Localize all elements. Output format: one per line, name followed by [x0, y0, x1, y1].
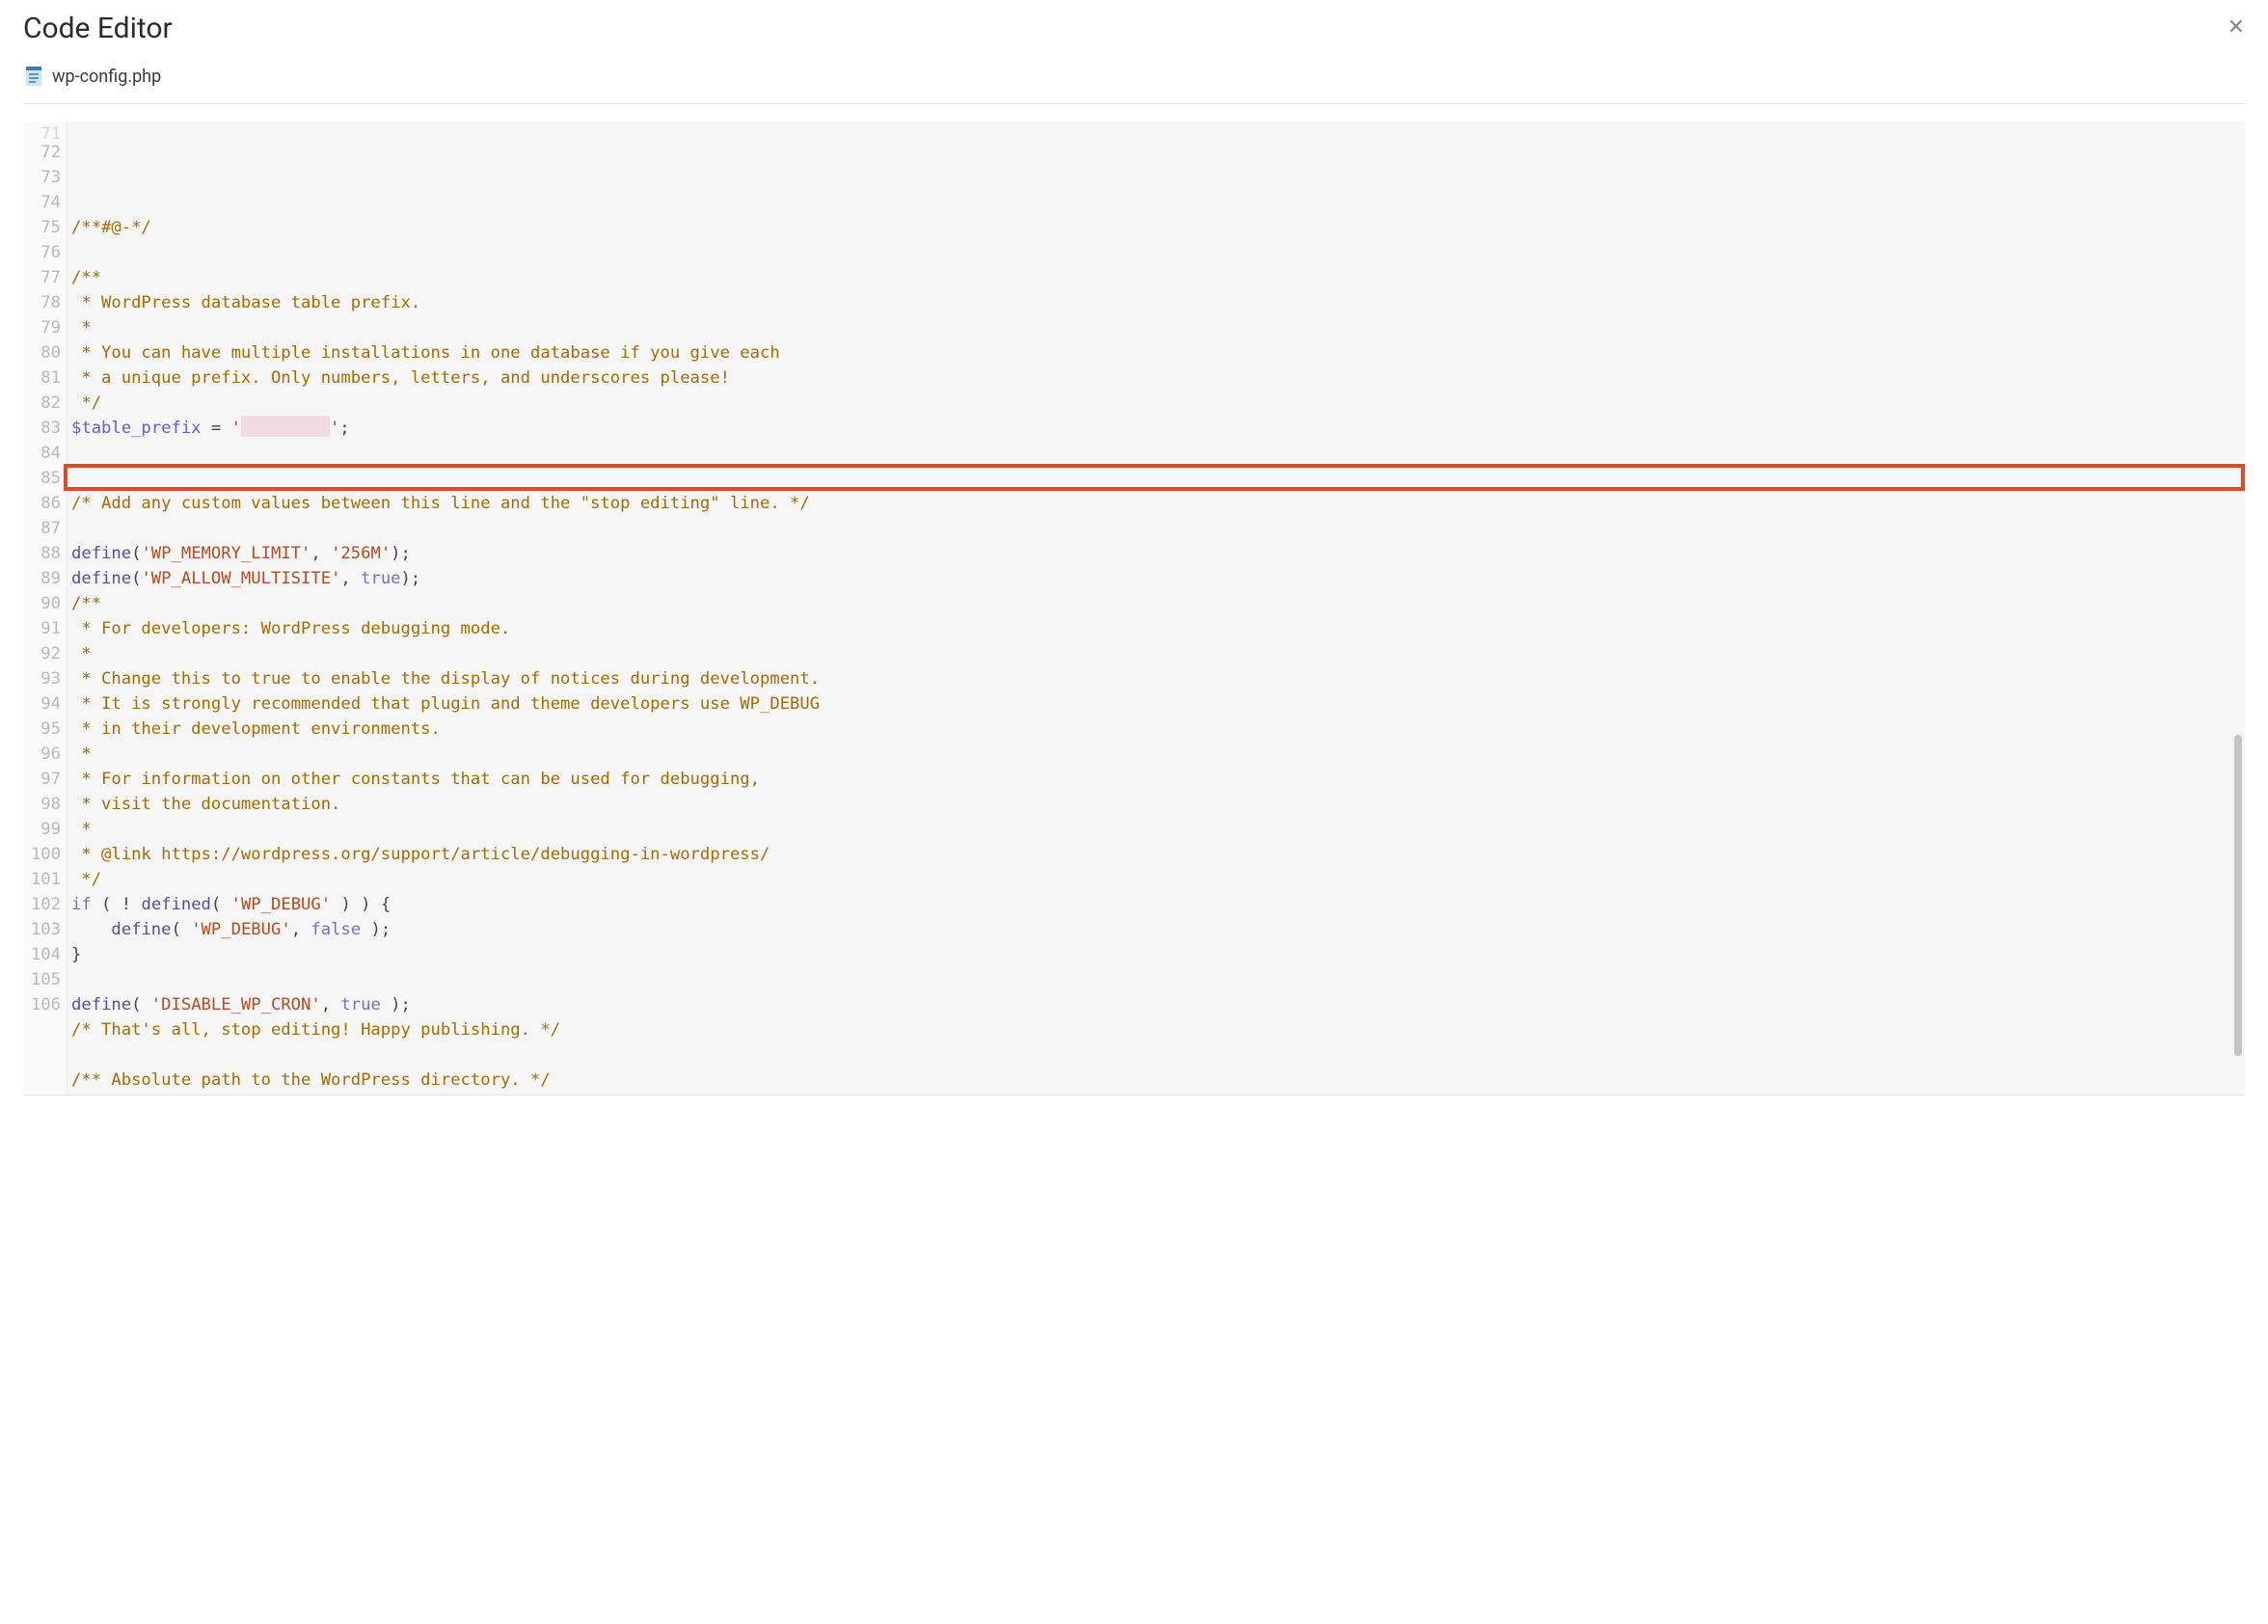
- code-line[interactable]: define( 'DISABLE_WP_CRON', true );: [71, 992, 2241, 1017]
- scrollbar[interactable]: [2231, 122, 2245, 1095]
- breadcrumb: wp-config.php: [23, 51, 2245, 104]
- code-line[interactable]: * It is strongly recommended that plugin…: [71, 691, 2241, 717]
- code-line[interactable]: * @link https://wordpress.org/support/ar…: [71, 842, 2241, 867]
- code-line[interactable]: * You can have multiple installations in…: [71, 340, 2241, 365]
- code-line[interactable]: /** Absolute path to the WordPress direc…: [71, 1068, 2241, 1093]
- code-line[interactable]: [71, 516, 2241, 541]
- code-line[interactable]: /**: [71, 265, 2241, 290]
- redacted-text: [241, 416, 330, 437]
- code-line[interactable]: /**: [71, 591, 2241, 616]
- code-line[interactable]: *: [71, 315, 2241, 340]
- code-content[interactable]: /**#@-*/ /** * WordPress database table p…: [68, 122, 2245, 1095]
- scrollbar-thumb[interactable]: [2234, 735, 2242, 1056]
- code-line[interactable]: *: [71, 641, 2241, 666]
- page-title: Code Editor: [23, 12, 173, 45]
- code-line[interactable]: *: [71, 742, 2241, 767]
- code-line[interactable]: */: [71, 867, 2241, 892]
- code-line[interactable]: define( 'WP_DEBUG', false );: [71, 917, 2241, 942]
- code-line[interactable]: $table_prefix = '';: [71, 416, 2241, 441]
- code-line[interactable]: */: [71, 391, 2241, 416]
- code-line[interactable]: [71, 466, 2241, 491]
- code-line[interactable]: [71, 197, 2241, 215]
- code-line[interactable]: * Change this to true to enable the disp…: [71, 666, 2241, 691]
- code-line[interactable]: * visit the documentation.: [71, 792, 2241, 817]
- code-editor[interactable]: 7172737475767778798081828384858687888990…: [23, 122, 2245, 1096]
- code-line[interactable]: * a unique prefix. Only numbers, letters…: [71, 365, 2241, 391]
- code-line[interactable]: define('WP_MEMORY_LIMIT', '256M');: [71, 541, 2241, 566]
- code-line[interactable]: [71, 967, 2241, 992]
- code-line[interactable]: }: [71, 942, 2241, 967]
- code-line[interactable]: /* That's all, stop editing! Happy publi…: [71, 1017, 2241, 1042]
- code-line[interactable]: [71, 240, 2241, 265]
- code-line[interactable]: * For information on other constants tha…: [71, 767, 2241, 792]
- code-line[interactable]: /**#@-*/: [71, 215, 2241, 240]
- file-name: wp-config.php: [52, 67, 161, 87]
- code-line[interactable]: if ( ! defined( 'WP_DEBUG' ) ) {: [71, 892, 2241, 917]
- code-line[interactable]: * in their development environments.: [71, 717, 2241, 742]
- code-line[interactable]: * For developers: WordPress debugging mo…: [71, 616, 2241, 641]
- code-line[interactable]: /* Add any custom values between this li…: [71, 491, 2241, 516]
- code-line[interactable]: * WordPress database table prefix.: [71, 290, 2241, 315]
- code-line[interactable]: [71, 441, 2241, 466]
- code-line[interactable]: [71, 1042, 2241, 1068]
- code-line[interactable]: define('WP_ALLOW_MULTISITE', true);: [71, 566, 2241, 591]
- code-line[interactable]: *: [71, 817, 2241, 842]
- close-button[interactable]: ✕: [2228, 12, 2245, 39]
- line-number-gutter: 7172737475767778798081828384858687888990…: [23, 122, 68, 1095]
- file-script-icon: [23, 65, 44, 88]
